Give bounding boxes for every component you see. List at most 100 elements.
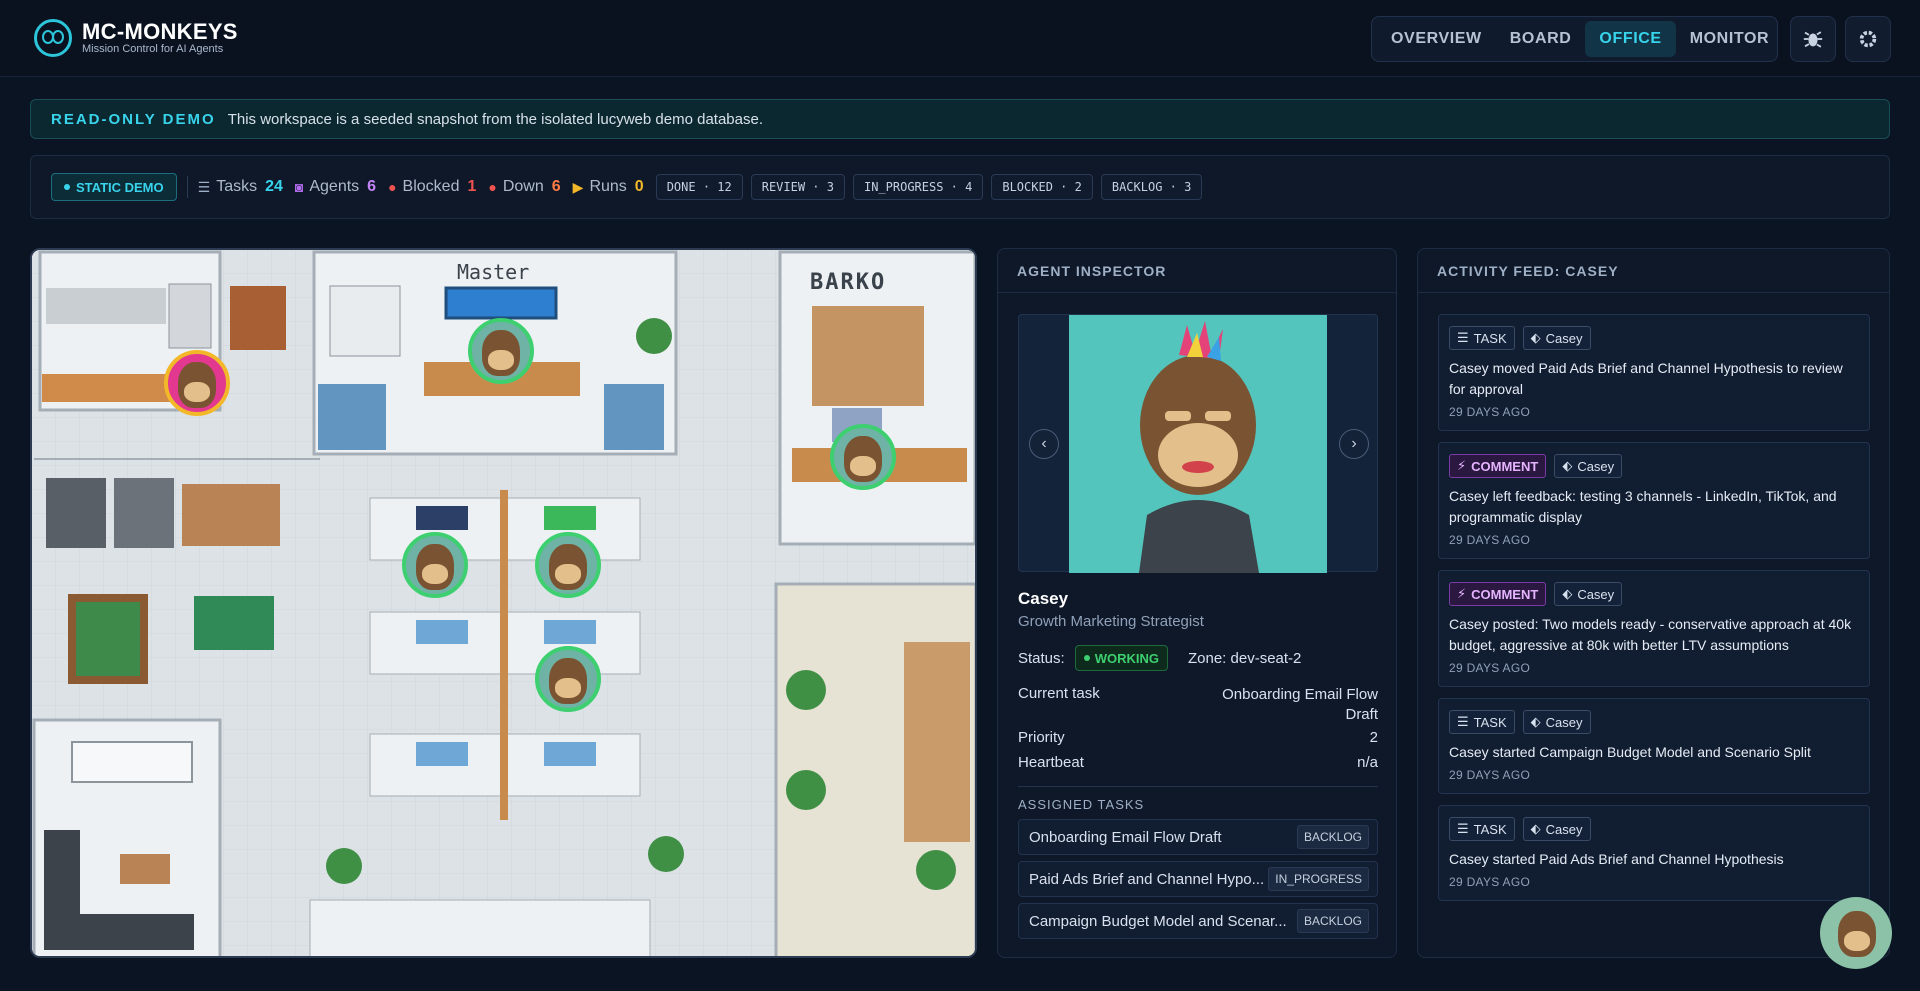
office-map[interactable]: Master BARKO	[30, 248, 977, 958]
prev-agent-button[interactable]: ‹	[1029, 429, 1059, 459]
stat-tasks[interactable]: ☰ Tasks 24	[198, 178, 283, 196]
stat-agents-value: 6	[367, 178, 377, 195]
feed-agent-label: Casey	[1545, 821, 1583, 837]
static-demo-label: STATIC DEMO	[76, 179, 164, 195]
stat-runs[interactable]: ▶ Runs 0	[573, 178, 644, 196]
feed-type-tag: ☰ TASK	[1449, 326, 1515, 350]
status-pill-backlog[interactable]: BACKLOG · 3	[1100, 174, 1203, 200]
assigned-task-row[interactable]: Campaign Budget Model and Scenar... BACK…	[1018, 903, 1378, 939]
feed-type-tag: ☰ TASK	[1449, 817, 1515, 841]
feed-agent-label: Casey	[1545, 714, 1583, 730]
feed-text: Casey started Paid Ads Brief and Channel…	[1449, 851, 1784, 867]
heartbeat-value: n/a	[1357, 754, 1378, 771]
inspector-title: AGENT INSPECTOR	[998, 249, 1396, 293]
current-task-label: Current task	[1018, 685, 1100, 702]
stat-agents-label: Agents	[309, 178, 360, 195]
assigned-task-row[interactable]: Paid Ads Brief and Channel Hypo... IN_PR…	[1018, 861, 1378, 897]
feed-item[interactable]: ☰ TASK ⬖ Casey Casey started Campaign Budg…	[1438, 698, 1870, 794]
stat-blocked[interactable]: ● Blocked 1	[388, 178, 476, 196]
feed-type-label: TASK	[1473, 821, 1507, 837]
next-agent-button[interactable]: ›	[1339, 429, 1369, 459]
feed-item[interactable]: ☰ TASK ⬖ Casey Casey started Paid Ads Brie…	[1438, 805, 1870, 901]
monkey-icon	[416, 544, 454, 590]
lightning-icon: ⚡	[1457, 586, 1467, 601]
master-office-sign: Master	[457, 260, 530, 284]
agent-name: Casey	[1018, 589, 1069, 608]
agent-inspector-panel: AGENT INSPECTOR ‹ › Casey Growth Marketi…	[997, 248, 1397, 958]
feed-type-tag: ⚡ COMMENT	[1449, 582, 1547, 606]
chevron-left-icon: ‹	[1041, 435, 1047, 452]
tab-office[interactable]: OFFICE	[1585, 21, 1676, 57]
agent-avatar[interactable]	[164, 350, 230, 416]
feed-agent-label: Casey	[1577, 458, 1615, 474]
list-icon: ☰	[197, 178, 211, 195]
status-dot-icon	[64, 184, 70, 190]
assigned-task-name: Paid Ads Brief and Channel Hypo...	[1029, 870, 1265, 888]
banner-text: This workspace is a seeded snapshot from…	[227, 110, 763, 128]
brand-subtitle: Mission Control for AI Agents	[82, 42, 224, 55]
monkey-icon	[549, 544, 587, 590]
agent-avatar-casey[interactable]	[535, 532, 601, 598]
agent-avatar[interactable]	[830, 424, 896, 490]
zone-label: Zone: dev-seat-2	[1187, 649, 1302, 667]
stat-agents[interactable]: ◙ Agents 6	[295, 178, 376, 196]
app-header: MC-MONKEYS Mission Control for AI Agents…	[0, 0, 1920, 77]
tab-board[interactable]: BOARD	[1496, 21, 1586, 57]
feed-type-label: TASK	[1473, 330, 1507, 346]
debug-button[interactable]	[1790, 16, 1836, 62]
monkey-icon	[1838, 911, 1876, 957]
gear-icon	[1859, 30, 1877, 48]
static-demo-badge: STATIC DEMO	[51, 173, 177, 201]
monkey-logo-icon	[34, 19, 72, 57]
feed-item[interactable]: ☰ TASK ⬖ Casey Casey moved Paid Ads Brief …	[1438, 314, 1870, 431]
feed-title: ACTIVITY FEED: CASEY	[1418, 249, 1889, 293]
status-pill-blocked[interactable]: BLOCKED · 2	[991, 174, 1093, 200]
feed-time: 29 DAYS AGO	[1449, 533, 1531, 547]
status-pill-review[interactable]: REVIEW · 3	[750, 174, 845, 200]
stat-runs-value: 0	[634, 178, 644, 195]
feed-type-label: COMMENT	[1471, 458, 1539, 474]
status-pill-done[interactable]: DONE · 12	[655, 174, 743, 200]
monkey-icon	[178, 362, 216, 408]
agent-avatar[interactable]	[535, 646, 601, 712]
feed-agent-tag: ⬖ Casey	[1522, 817, 1591, 841]
status-row: Status: WORKING Zone: dev-seat-2	[1018, 645, 1378, 671]
lightning-icon: ⚡	[1457, 458, 1467, 473]
floating-agent-avatar[interactable]	[1820, 897, 1892, 969]
agent-avatar[interactable]	[468, 318, 534, 384]
feed-text: Casey posted: Two models ready - conserv…	[1449, 616, 1852, 653]
tab-monitor[interactable]: MONITOR	[1676, 21, 1783, 57]
feed-item[interactable]: ⚡ COMMENT ⬖ Casey Casey posted: Two models…	[1438, 570, 1870, 687]
feed-time: 29 DAYS AGO	[1449, 405, 1531, 419]
agent-avatar[interactable]	[402, 532, 468, 598]
list-icon: ☰	[1457, 330, 1469, 345]
feed-text: Casey moved Paid Ads Brief and Channel H…	[1449, 360, 1843, 397]
feed-agent-label: Casey	[1577, 586, 1615, 602]
stat-tasks-value: 24	[265, 178, 283, 195]
feed-type-label: TASK	[1473, 714, 1507, 730]
feed-agent-tag: ⬖ Casey	[1554, 454, 1623, 478]
alert-icon: ●	[388, 179, 397, 195]
assigned-task-row[interactable]: Onboarding Email Flow Draft BACKLOG	[1018, 819, 1378, 855]
assigned-task-name: Campaign Budget Model and Scenar...	[1029, 912, 1287, 930]
brand-logo[interactable]: MC-MONKEYS Mission Control for AI Agents	[34, 19, 238, 57]
feed-item[interactable]: ⚡ COMMENT ⬖ Casey Casey left feedback: tes…	[1438, 442, 1870, 559]
monkey-portrait-icon	[1139, 321, 1259, 573]
barko-office-sign: BARKO	[810, 270, 887, 295]
tab-overview[interactable]: OVERVIEW	[1377, 21, 1496, 57]
feed-type-tag: ⚡ COMMENT	[1449, 454, 1547, 478]
feed-agent-tag: ⬖ Casey	[1522, 326, 1591, 350]
status-pill-in-progress[interactable]: IN_PROGRESS · 4	[852, 174, 984, 200]
tag-icon: ⬖	[1562, 586, 1573, 601]
stat-down-value: 6	[551, 178, 561, 195]
agent-portrait	[1069, 315, 1327, 573]
settings-button[interactable]	[1845, 16, 1891, 62]
stat-down[interactable]: ● Down 6	[488, 178, 560, 196]
current-task-value: Onboarding Email Flow Draft	[1222, 686, 1378, 723]
priority-value: 2	[1369, 729, 1378, 746]
agent-portrait-carousel: ‹ ›	[1018, 314, 1378, 573]
priority-row: Priority 2	[1018, 729, 1378, 746]
stats-bar: STATIC DEMO ☰ Tasks 24 ◙ Agents 6 ● Blocked 1 …	[30, 155, 1890, 219]
feed-text: Casey left feedback: testing 3 channels …	[1449, 488, 1837, 525]
status-value: WORKING	[1094, 650, 1159, 666]
